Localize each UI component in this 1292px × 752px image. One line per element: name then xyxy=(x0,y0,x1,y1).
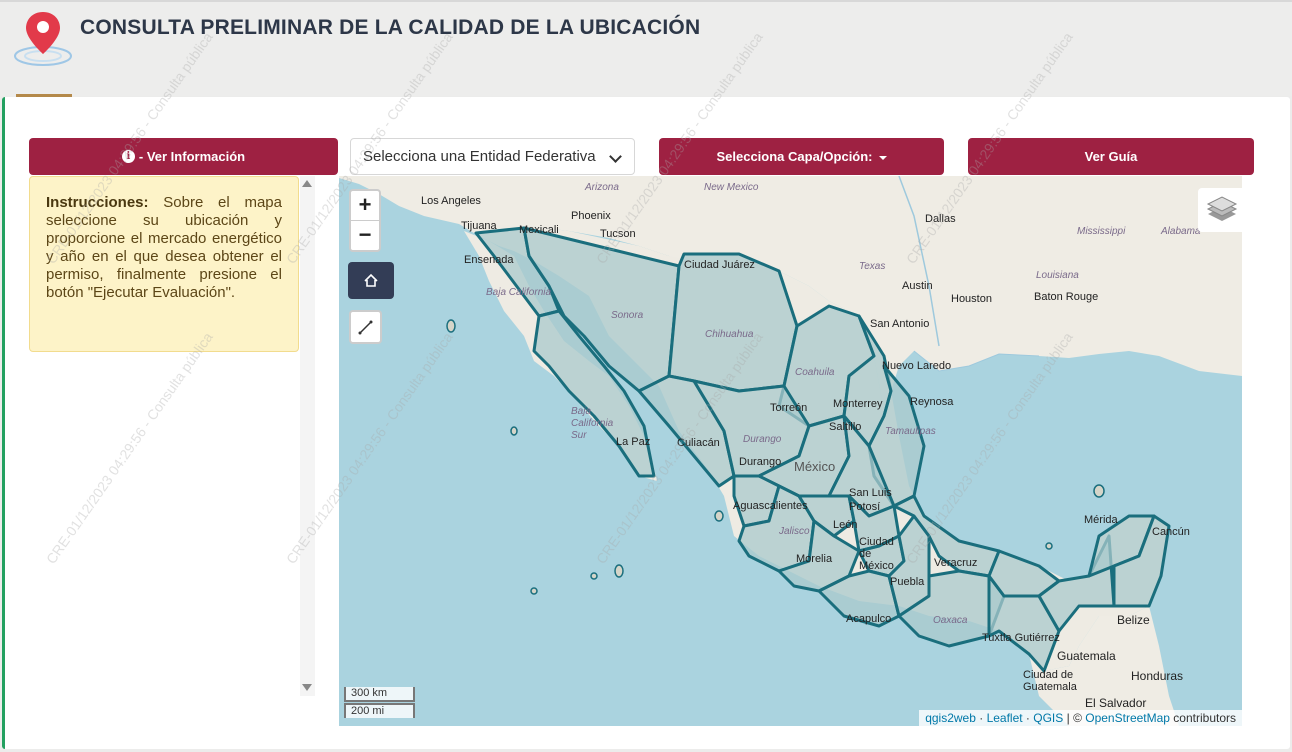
leaflet-link[interactable]: Leaflet xyxy=(987,711,1023,725)
map-label: Alabama xyxy=(1161,226,1201,237)
instructions-scrollbar[interactable] xyxy=(300,176,315,696)
scale-mi: 200 mi xyxy=(344,703,415,718)
instructions-panel: Instrucciones: Sobre el mapa seleccione … xyxy=(29,176,299,352)
attr-sep: | © xyxy=(1063,711,1086,725)
map-label: La Paz xyxy=(616,436,651,448)
map-label: Culiacán xyxy=(677,437,720,449)
attr-contrib: contributors xyxy=(1169,711,1236,725)
map-view[interactable]: Los Angeles Tijuana Mexicali Phoenix Tuc… xyxy=(339,176,1242,726)
map-label: Sonora xyxy=(611,310,644,321)
qgis2web-link[interactable]: qgis2web xyxy=(925,711,976,725)
map-label: Reynosa xyxy=(910,396,954,408)
map-attribution: qgis2web · Leaflet · QGIS | © OpenStreet… xyxy=(919,710,1242,726)
map-label: Mexicali xyxy=(519,224,559,236)
chihuahua-state xyxy=(667,252,799,393)
map-label: Los Angeles xyxy=(421,195,481,207)
map-label: Houston xyxy=(951,293,992,305)
chevron-down-icon xyxy=(609,150,622,163)
instructions-heading: Instrucciones: xyxy=(46,194,149,211)
map-label: Chihuahua xyxy=(705,329,754,340)
map-label: Ciudad de Guatemala xyxy=(1023,669,1077,693)
app-header: CONSULTA PRELIMINAR DE LA CALIDAD DE LA … xyxy=(0,0,1292,96)
map-label: Honduras xyxy=(1131,669,1184,683)
map-label: Guatemala xyxy=(1057,649,1116,663)
ruler-icon xyxy=(358,320,373,335)
qgis-link[interactable]: QGIS xyxy=(1033,711,1063,725)
map-label: México xyxy=(794,459,836,474)
map-label: Arizona xyxy=(585,182,619,193)
ver-informacion-button[interactable]: i - Ver Información xyxy=(29,138,338,175)
home-icon xyxy=(364,273,378,287)
map-label: Baton Rouge xyxy=(1034,291,1099,303)
osm-link[interactable]: OpenStreetMap xyxy=(1085,711,1170,725)
map-label: Durango xyxy=(743,434,782,445)
map-label: Louisiana xyxy=(1036,270,1079,281)
entidad-federativa-value: Selecciona una Entidad Federativa xyxy=(363,148,596,165)
ver-informacion-label: - Ver Información xyxy=(138,149,246,164)
map-label: Mérida xyxy=(1084,514,1118,526)
map-label: Cancún xyxy=(1152,526,1190,538)
map-label: Coahuila xyxy=(795,367,835,378)
home-button[interactable] xyxy=(348,262,394,299)
location-pin-logo-icon xyxy=(14,12,72,66)
map-label: Ciudad de México xyxy=(859,536,894,572)
measure-button[interactable] xyxy=(349,310,382,344)
layers-icon xyxy=(1206,196,1238,221)
map-label: El Salvador xyxy=(1085,696,1147,710)
zoom-control: + − xyxy=(349,189,381,252)
map-label: Aguascalientes xyxy=(733,500,808,512)
map-label: San Antonio xyxy=(870,318,930,330)
map-label: Baja California xyxy=(486,287,552,298)
map-label: Dallas xyxy=(925,213,956,225)
map-label: Mississippi xyxy=(1077,226,1126,237)
scroll-down-icon[interactable] xyxy=(302,684,312,691)
selecciona-capa-label: Selecciona Capa/Opción: xyxy=(716,149,873,164)
map-label: Jalisco xyxy=(779,526,810,537)
attr-sep: · xyxy=(1022,711,1034,725)
caret-down-icon xyxy=(878,155,887,160)
selecciona-capa-button[interactable]: Selecciona Capa/Opción: xyxy=(659,138,944,175)
map-label: Acapulco xyxy=(846,613,892,625)
scroll-up-icon[interactable] xyxy=(302,180,312,187)
map-label: Tuxtla Gutiérrez xyxy=(982,632,1060,644)
map-label: New Mexico xyxy=(704,182,759,193)
map-label: Monterrey xyxy=(833,398,883,410)
map-label: Phoenix xyxy=(571,210,611,222)
map-label: San Luis Potosí xyxy=(849,487,892,513)
ver-guia-button[interactable]: Ver Guía xyxy=(968,138,1254,175)
map-label: Tamaulipas xyxy=(885,426,936,437)
scale-km: 300 km xyxy=(344,687,415,702)
attr-sep: · xyxy=(975,711,987,725)
map-label: Ensenada xyxy=(464,254,514,266)
zoom-out-button[interactable]: − xyxy=(351,220,379,249)
ver-guia-label: Ver Guía xyxy=(1084,149,1138,164)
map-label: Oaxaca xyxy=(933,615,968,626)
map-label: Saltillo xyxy=(829,421,862,433)
map-label: Tijuana xyxy=(461,220,497,232)
map-label: Belize xyxy=(1117,613,1150,627)
map-label: Puebla xyxy=(890,576,925,588)
page-title: CONSULTA PRELIMINAR DE LA CALIDAD DE LA … xyxy=(80,16,701,39)
map-label: Torreón xyxy=(770,402,808,414)
info-icon: i xyxy=(121,150,135,163)
map-label: Durango xyxy=(739,456,782,468)
map-label: Nuevo Laredo xyxy=(882,360,952,372)
layers-button[interactable] xyxy=(1198,188,1242,232)
zoom-in-button[interactable]: + xyxy=(351,191,379,220)
map-label: Veracruz xyxy=(934,557,978,569)
map-label: Texas xyxy=(859,261,886,272)
map-label: Ciudad Juárez xyxy=(684,259,755,271)
map-label: León xyxy=(833,519,858,531)
map-label: Austin xyxy=(902,280,933,292)
map-label: Morelia xyxy=(796,553,833,565)
entidad-federativa-select[interactable]: Selecciona una Entidad Federativa xyxy=(350,138,635,175)
map-label: Tucson xyxy=(600,228,636,240)
